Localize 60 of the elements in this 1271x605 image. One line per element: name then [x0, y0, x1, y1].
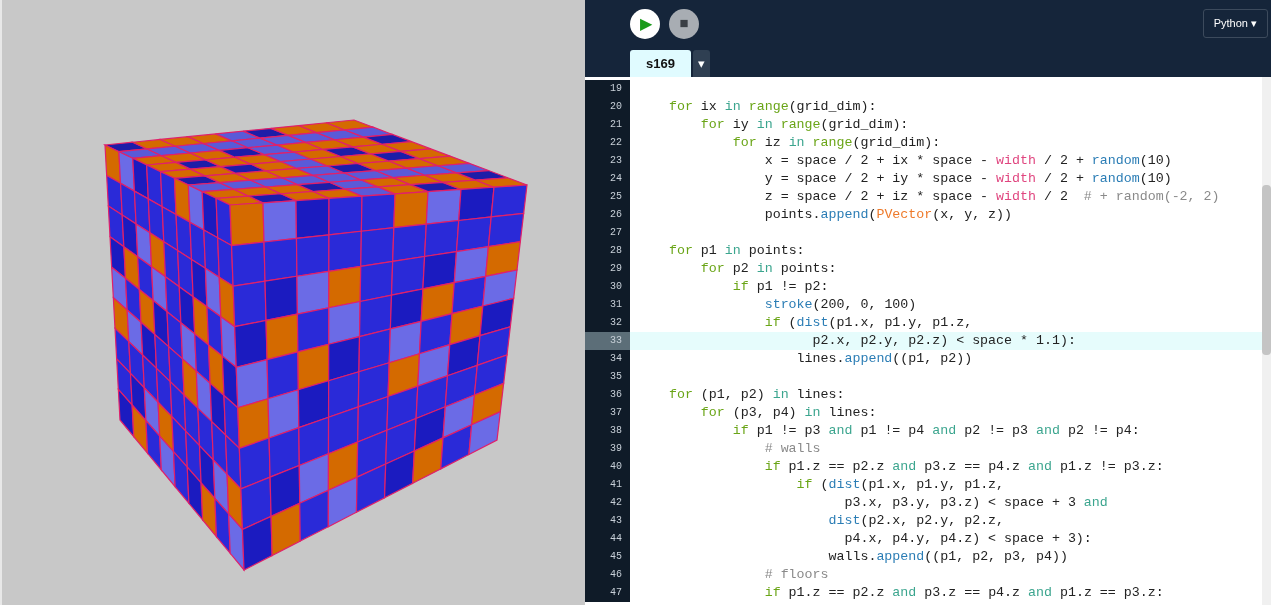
code-line: if p1 != p2:	[731, 278, 829, 296]
code-line: for iy in range(grid_dim):	[699, 116, 909, 134]
line-number: 26	[585, 206, 630, 224]
line-number: 33	[585, 332, 630, 350]
line-number: 47	[585, 584, 630, 602]
code-line: lines.append((p1, p2))	[795, 350, 973, 368]
code-line: for p2 in points:	[699, 260, 837, 278]
line-number: 32	[585, 314, 630, 332]
line-number: 35	[585, 368, 630, 386]
line-number: 22	[585, 134, 630, 152]
code-line: x = space / 2 + ix * space - width / 2 + random(10)	[763, 152, 1172, 170]
line-number: 43	[585, 512, 630, 530]
line-number: 21	[585, 116, 630, 134]
sketch-tab[interactable]: s169	[630, 50, 691, 77]
line-number: 37	[585, 404, 630, 422]
line-number: 44	[585, 530, 630, 548]
line-number: 40	[585, 458, 630, 476]
line-number: 30	[585, 278, 630, 296]
stop-button[interactable]: ■	[669, 8, 699, 39]
code-line: p3.x, p3.y, p3.z) < space + 3 and	[843, 494, 1108, 512]
code-line: for p1 in points:	[667, 242, 805, 260]
code-line: y = space / 2 + iy * space - width / 2 + random(10)	[763, 170, 1172, 188]
code-line: p2.x, p2.y, p2.z) < space * 1.1):	[811, 332, 1076, 350]
line-number: 24	[585, 170, 630, 188]
code-line: if p1 != p3 and p1 != p4 and p2 != p3 and p2 != p4:	[731, 422, 1140, 440]
code-line: if p1.z == p2.z and p3.z == p4.z and p1.z != p3.z:	[763, 458, 1164, 476]
line-number: 38	[585, 422, 630, 440]
line-number: 31	[585, 296, 630, 314]
line-number: 27	[585, 224, 630, 242]
code-line: points.append(PVector(x, y, z))	[763, 206, 1013, 224]
line-number: 39	[585, 440, 630, 458]
line-number: 34	[585, 350, 630, 368]
code-line: z = space / 2 + iz * space - width / 2 # + random(-2, 2)	[763, 188, 1220, 206]
code-line: if p1.z == p2.z and p3.z == p4.z and p1.z == p3.z:	[763, 584, 1164, 602]
line-number: 41	[585, 476, 630, 494]
code-line: # floors	[763, 566, 829, 584]
code-line: # walls	[763, 440, 821, 458]
code-line: for (p1, p2) in lines:	[667, 386, 845, 404]
line-number: 45	[585, 548, 630, 566]
mode-dropdown[interactable]: Python ▾	[1202, 9, 1268, 38]
code-line: for ix in range(grid_dim):	[667, 98, 877, 116]
code-line: dist(p2.x, p2.y, p2.z,	[827, 512, 1005, 530]
code-line: stroke(200, 0, 100)	[763, 296, 917, 314]
line-number: 25	[585, 188, 630, 206]
line-number: 20	[585, 98, 630, 116]
line-number: 19	[585, 80, 630, 98]
line-number: 23	[585, 152, 630, 170]
line-number: 28	[585, 242, 630, 260]
code-line: walls.append((p1, p2, p3, p4))	[827, 548, 1068, 566]
code-line: for (p3, p4) in lines:	[699, 404, 877, 422]
line-number: 42	[585, 494, 630, 512]
run-button[interactable]: ▶	[630, 8, 660, 39]
code-line: if (dist(p1.x, p1.y, p1.z,	[795, 476, 1005, 494]
code-line: p4.x, p4.y, p4.z) < space + 3):	[843, 530, 1092, 548]
tab-menu-button[interactable]: ▾	[692, 50, 710, 77]
code-line: for iz in range(grid_dim):	[731, 134, 941, 152]
line-number: 36	[585, 386, 630, 404]
line-number: 29	[585, 260, 630, 278]
line-number: 46	[585, 566, 630, 584]
code-line: if (dist(p1.x, p1.y, p1.z,	[763, 314, 973, 332]
